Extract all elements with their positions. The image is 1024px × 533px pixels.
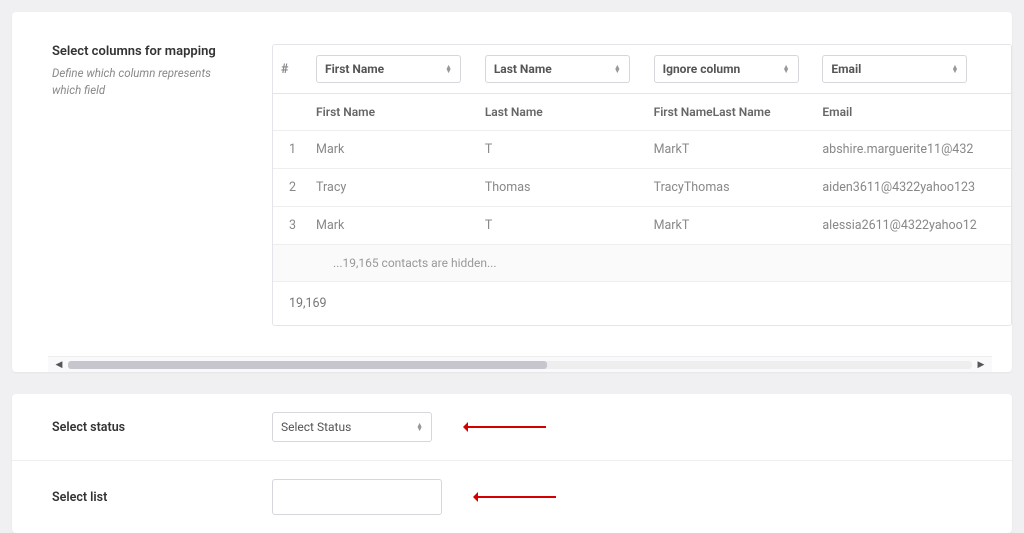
column-header: First Name xyxy=(308,94,477,131)
column-mapping-select-4[interactable]: Email ▲▼ xyxy=(822,55,967,83)
chevron-updown-icon: ▲▼ xyxy=(783,65,790,73)
column-mapping-select-1[interactable]: First Name ▲▼ xyxy=(316,55,461,83)
mapping-title: Select columns for mapping xyxy=(52,44,242,59)
column-mapping-select-2[interactable]: Last Name ▲▼ xyxy=(485,55,630,83)
mapping-table: # First Name ▲▼ Last Name ▲▼ xyxy=(272,44,1012,326)
table-row: 2 Tracy Thomas TracyThomas aiden3611@432… xyxy=(273,169,1011,207)
lower-form-card: Select status Select Status ▲▼ Select li… xyxy=(12,394,1012,533)
hidden-contacts-row: ...19,165 contacts are hidden... xyxy=(273,245,1011,282)
mapping-description: Select columns for mapping Define which … xyxy=(52,44,242,326)
chevron-updown-icon: ▲▼ xyxy=(614,65,621,73)
scroll-left-icon[interactable]: ◀ xyxy=(54,360,64,370)
annotation-arrow-icon xyxy=(466,426,546,428)
scroll-right-icon[interactable]: ▶ xyxy=(976,360,986,370)
status-row: Select status Select Status ▲▼ xyxy=(12,394,1012,461)
status-select[interactable]: Select Status ▲▼ xyxy=(272,412,432,442)
column-header: Email xyxy=(814,94,1011,131)
column-mapping-select-3[interactable]: Ignore column ▲▼ xyxy=(654,55,799,83)
chevron-updown-icon: ▲▼ xyxy=(416,423,423,431)
table-row: 1 Mark T MarkT abshire.marguerite11@432 xyxy=(273,131,1011,169)
horizontal-scrollbar[interactable]: ◀ ▶ xyxy=(48,356,992,372)
list-input[interactable] xyxy=(272,479,442,515)
status-label: Select status xyxy=(52,420,242,435)
chevron-updown-icon: ▲▼ xyxy=(951,65,958,73)
scroll-thumb[interactable] xyxy=(68,361,547,369)
mapping-subtitle: Define which column represents which fie… xyxy=(52,65,242,100)
table-header-row: First Name Last Name First NameLast Name… xyxy=(273,94,1011,131)
list-label: Select list xyxy=(52,490,242,505)
column-header: First NameLast Name xyxy=(646,94,815,131)
column-header: Last Name xyxy=(477,94,646,131)
column-select-row: # First Name ▲▼ Last Name ▲▼ xyxy=(273,45,1011,94)
index-header: # xyxy=(273,45,308,94)
total-row: 19,169 xyxy=(273,282,1011,326)
chevron-updown-icon: ▲▼ xyxy=(445,65,452,73)
table-row: 3 Mark T MarkT alessia2611@4322yahoo12 xyxy=(273,207,1011,245)
list-row: Select list xyxy=(12,461,1012,533)
mapping-card: Select columns for mapping Define which … xyxy=(12,12,1012,372)
scroll-track[interactable] xyxy=(68,361,972,369)
annotation-arrow-icon xyxy=(476,496,556,498)
